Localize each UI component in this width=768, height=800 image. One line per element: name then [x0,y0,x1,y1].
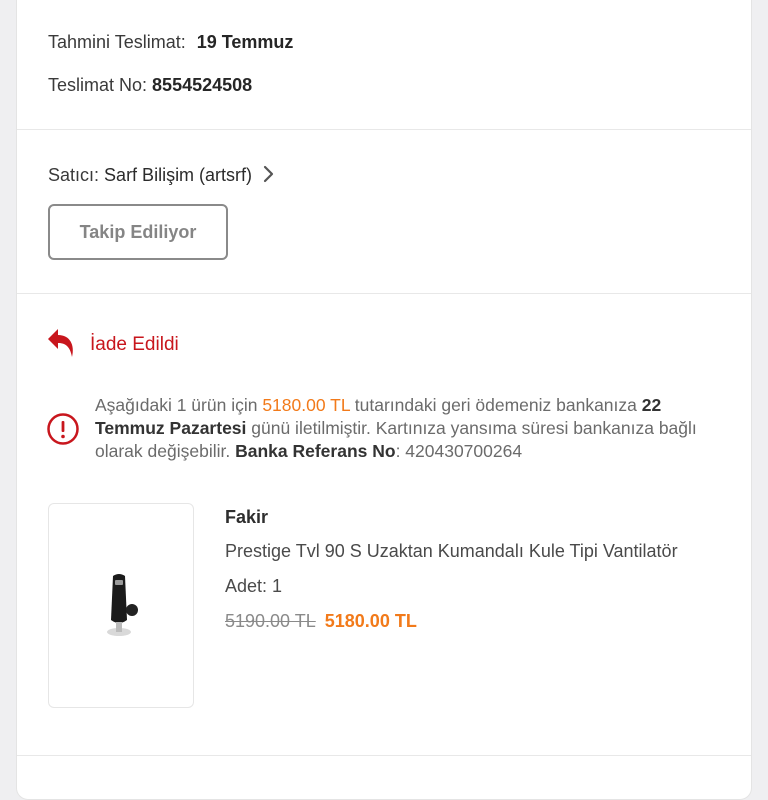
estimated-delivery-label: Tahmini Teslimat: [48,32,186,52]
seller-name: Sarf Bilişim (artsrf) [104,165,253,185]
divider [17,755,751,756]
divider [17,129,751,130]
divider [17,293,751,294]
order-detail-card: Tahmini Teslimat: 19 Temmuz Teslimat No:… [16,0,752,800]
estimated-delivery-value: 19 Temmuz [196,32,294,52]
estimated-delivery: Tahmini Teslimat: 19 Temmuz [48,32,293,53]
refund-amount: 5180.00 TL [262,395,350,415]
delivery-number-value: 8554524508 [152,75,253,95]
follow-seller-button[interactable]: Takip Ediliyor [48,204,228,260]
product-name[interactable]: Prestige Tvl 90 S Uzaktan Kumandalı Kule… [225,541,719,562]
bank-reference-label: Banka Referans No [235,441,396,461]
tower-fan-image [107,574,138,636]
bank-reference-value: : 420430700264 [395,441,523,461]
refund-info-text: Aşağıdaki 1 ürün için 5180.00 TL tutarın… [95,394,735,463]
delivery-number-label: Teslimat No: [48,75,148,95]
product-image[interactable] [48,503,194,708]
return-status: İade Edildi [46,325,179,364]
return-status-label: İade Edildi [90,333,179,355]
product-prices: 5190.00 TL 5180.00 TL [225,611,417,632]
new-price: 5180.00 TL [324,611,417,631]
seller-label: Satıcı: [48,165,100,185]
chevron-right-icon [263,165,275,188]
product-brand[interactable]: Fakir [225,507,268,528]
old-price: 5190.00 TL [225,611,316,631]
product-quantity: Adet: 1 [225,576,283,596]
refund-text: Aşağıdaki 1 ürün için [95,395,263,415]
delivery-number: Teslimat No: 8554524508 [48,75,252,96]
info-circle-icon [46,412,80,451]
refund-text: tutarındaki geri ödemeniz bankanıza [349,395,642,415]
return-arrow-icon [46,325,76,364]
seller-link[interactable]: Satıcı: Sarf Bilişim (artsrf) [48,165,275,188]
